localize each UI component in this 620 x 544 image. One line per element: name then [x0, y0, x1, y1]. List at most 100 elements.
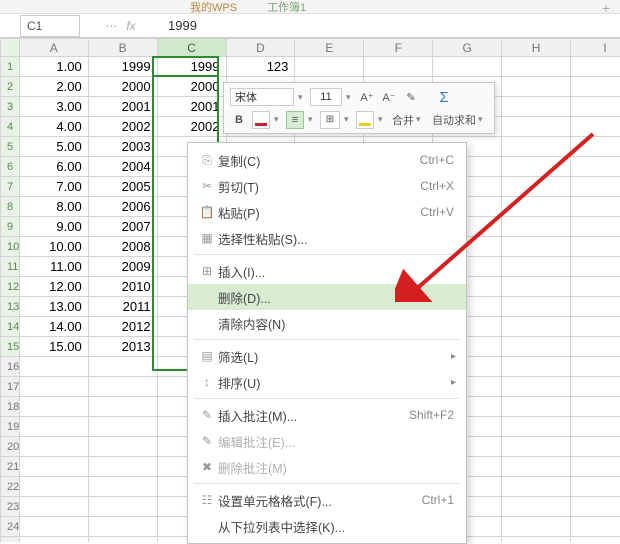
row-header[interactable]: 13: [1, 297, 20, 317]
cell[interactable]: [571, 357, 620, 377]
menu-item-delete[interactable]: 删除(D)...: [188, 284, 466, 310]
cell[interactable]: [502, 77, 571, 97]
cell[interactable]: [502, 477, 571, 497]
cell[interactable]: [571, 537, 620, 543]
cell[interactable]: [502, 57, 571, 77]
menu-item-pick-from-list[interactable]: 从下拉列表中选择(K)...: [188, 513, 466, 539]
cell[interactable]: 1999: [88, 57, 157, 77]
cell[interactable]: [433, 57, 502, 77]
cell[interactable]: [502, 277, 571, 297]
autosum-button[interactable]: 自动求和▾: [430, 112, 488, 128]
menu-item-copy[interactable]: ⎘复制(C)Ctrl+C: [188, 147, 466, 173]
cell[interactable]: [571, 117, 620, 137]
cell[interactable]: 9.00: [19, 217, 88, 237]
cell[interactable]: [88, 477, 157, 497]
cell[interactable]: 2011: [88, 297, 157, 317]
fill-color-dropdown-icon[interactable]: ▾: [378, 114, 386, 125]
menu-item-insert[interactable]: ⊞插入(I)...: [188, 258, 466, 284]
row-header[interactable]: 12: [1, 277, 20, 297]
row-header[interactable]: 24: [1, 517, 20, 537]
cell[interactable]: [502, 197, 571, 217]
font-color-dropdown-icon[interactable]: ▾: [274, 114, 282, 125]
font-color-button[interactable]: [252, 111, 270, 129]
cell[interactable]: 2005: [88, 177, 157, 197]
cell[interactable]: 2001: [88, 97, 157, 117]
row-header[interactable]: 3: [1, 97, 20, 117]
cell[interactable]: [502, 297, 571, 317]
cell[interactable]: 10.00: [19, 237, 88, 257]
cell[interactable]: 2003: [88, 137, 157, 157]
cell[interactable]: [19, 517, 88, 537]
cell[interactable]: [295, 57, 364, 77]
menu-item-clear-contents[interactable]: 清除内容(N): [188, 310, 466, 336]
formula-input[interactable]: 1999: [160, 15, 620, 37]
cell[interactable]: [19, 397, 88, 417]
row-header[interactable]: 4: [1, 117, 20, 137]
cell[interactable]: [571, 377, 620, 397]
cell[interactable]: [364, 57, 433, 77]
font-size-dropdown-icon[interactable]: ▾: [346, 92, 354, 103]
cell[interactable]: [571, 397, 620, 417]
cell[interactable]: 2012: [88, 317, 157, 337]
column-header[interactable]: H: [502, 39, 571, 57]
row-header[interactable]: 21: [1, 457, 20, 477]
column-header[interactable]: A: [19, 39, 88, 57]
tab-add-icon[interactable]: +: [602, 0, 610, 16]
cell[interactable]: [571, 317, 620, 337]
column-header[interactable]: F: [364, 39, 433, 57]
tab-workbook[interactable]: 工作簿1: [267, 0, 306, 15]
column-header[interactable]: G: [433, 39, 502, 57]
row-header[interactable]: 6: [1, 157, 20, 177]
cell[interactable]: [571, 337, 620, 357]
row-header[interactable]: 8: [1, 197, 20, 217]
cell[interactable]: [571, 437, 620, 457]
cell[interactable]: [88, 437, 157, 457]
cell[interactable]: [19, 377, 88, 397]
name-box[interactable]: C1: [20, 15, 80, 37]
cell[interactable]: [571, 257, 620, 277]
cell[interactable]: 1.00: [19, 57, 88, 77]
cell[interactable]: [88, 397, 157, 417]
cell[interactable]: 2000: [157, 77, 226, 97]
cell[interactable]: [571, 57, 620, 77]
cell[interactable]: [502, 117, 571, 137]
cell[interactable]: [571, 497, 620, 517]
cell[interactable]: [502, 137, 571, 157]
cell[interactable]: [502, 537, 571, 543]
cell[interactable]: [571, 277, 620, 297]
cell[interactable]: 2008: [88, 237, 157, 257]
cell[interactable]: 13.00: [19, 297, 88, 317]
row-header[interactable]: 19: [1, 417, 20, 437]
row-header[interactable]: 23: [1, 497, 20, 517]
cell[interactable]: [571, 457, 620, 477]
cell[interactable]: [571, 97, 620, 117]
cell[interactable]: [502, 177, 571, 197]
menu-item-format-cells[interactable]: ☷设置单元格格式(F)...Ctrl+1: [188, 487, 466, 513]
cell[interactable]: [502, 437, 571, 457]
menu-item-insert-comment[interactable]: ✎插入批注(M)...Shift+F2: [188, 402, 466, 428]
cell[interactable]: 2000: [88, 77, 157, 97]
row-header[interactable]: 16: [1, 357, 20, 377]
cell[interactable]: 5.00: [19, 137, 88, 157]
font-selector[interactable]: 宋体: [230, 88, 294, 106]
cell[interactable]: [19, 457, 88, 477]
cell[interactable]: 2001: [157, 97, 226, 117]
cell[interactable]: [571, 77, 620, 97]
cell[interactable]: [88, 377, 157, 397]
menu-item-cut[interactable]: ✂剪切(T)Ctrl+X: [188, 173, 466, 199]
menu-item-filter[interactable]: ▤筛选(L)▸: [188, 343, 466, 369]
row-header[interactable]: 22: [1, 477, 20, 497]
row-header[interactable]: 10: [1, 237, 20, 257]
cell[interactable]: [571, 237, 620, 257]
cell[interactable]: [502, 217, 571, 237]
cell[interactable]: [502, 377, 571, 397]
merge-button[interactable]: 合并▾: [390, 112, 426, 128]
cell[interactable]: 2004: [88, 157, 157, 177]
cell[interactable]: 11.00: [19, 257, 88, 277]
row-header[interactable]: 17: [1, 377, 20, 397]
cell[interactable]: [502, 257, 571, 277]
cell[interactable]: [502, 497, 571, 517]
row-header[interactable]: 7: [1, 177, 20, 197]
align-dropdown-icon[interactable]: ▾: [308, 114, 316, 125]
column-header[interactable]: B: [88, 39, 157, 57]
